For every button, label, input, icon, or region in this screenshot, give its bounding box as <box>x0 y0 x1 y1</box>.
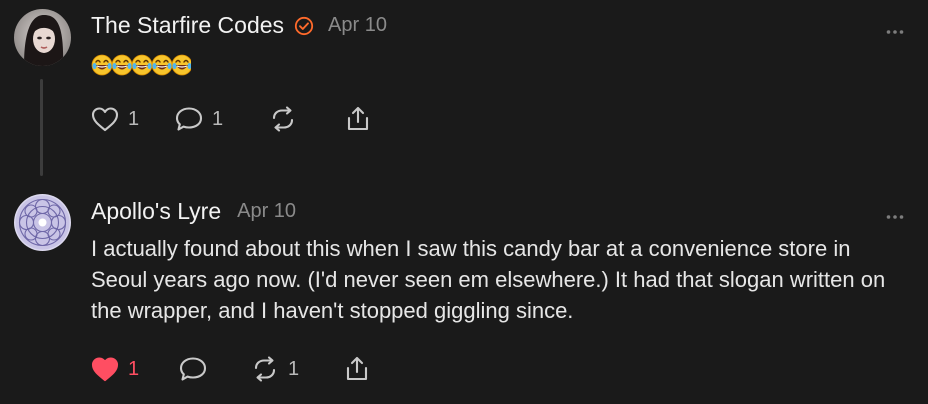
heart-icon <box>91 107 119 132</box>
more-options-icon[interactable] <box>886 207 904 219</box>
post-emoji-content <box>91 53 191 77</box>
heart-icon <box>91 357 119 382</box>
repost-button[interactable]: 1 <box>250 355 299 383</box>
emoji-rolling-laughing-icon <box>91 54 191 76</box>
comment-icon <box>175 107 203 131</box>
post-actions: 1 1 <box>90 355 390 385</box>
thread-line <box>40 79 43 176</box>
share-icon <box>347 106 369 131</box>
post-header: The Starfire Codes Apr 10 <box>91 12 387 39</box>
like-count: 1 <box>128 107 140 130</box>
like-button[interactable]: 1 <box>90 105 139 133</box>
post-date[interactable]: Apr 10 <box>237 200 296 223</box>
more-options-icon[interactable] <box>886 22 904 34</box>
post-actions: 1 1 <box>90 105 390 135</box>
share-button[interactable] <box>342 355 372 383</box>
post-starfire: The Starfire Codes Apr 10 1 1 <box>0 0 928 185</box>
verified-badge-icon <box>294 16 314 36</box>
post-apollos-lyre: Apollo's Lyre Apr 10 I actually found ab… <box>0 185 928 404</box>
share-icon <box>346 356 368 381</box>
author-name[interactable]: Apollo's Lyre <box>91 198 221 225</box>
repost-icon <box>254 356 276 382</box>
post-header: Apollo's Lyre Apr 10 <box>91 198 296 225</box>
author-name[interactable]: The Starfire Codes <box>91 12 284 39</box>
post-text: I actually found about this when I saw t… <box>91 236 886 323</box>
comment-button[interactable]: 1 <box>174 105 223 133</box>
comment-count: 1 <box>212 107 224 130</box>
repost-button[interactable] <box>268 105 306 133</box>
like-count: 1 <box>128 357 140 380</box>
avatar[interactable] <box>14 194 71 251</box>
repost-count: 1 <box>288 357 300 380</box>
post-date[interactable]: Apr 10 <box>328 14 387 37</box>
comment-icon <box>179 357 207 381</box>
share-button[interactable] <box>343 105 373 133</box>
comment-button[interactable] <box>178 355 216 383</box>
avatar[interactable] <box>14 9 71 66</box>
repost-icon <box>272 106 294 132</box>
like-button[interactable]: 1 <box>90 355 139 383</box>
